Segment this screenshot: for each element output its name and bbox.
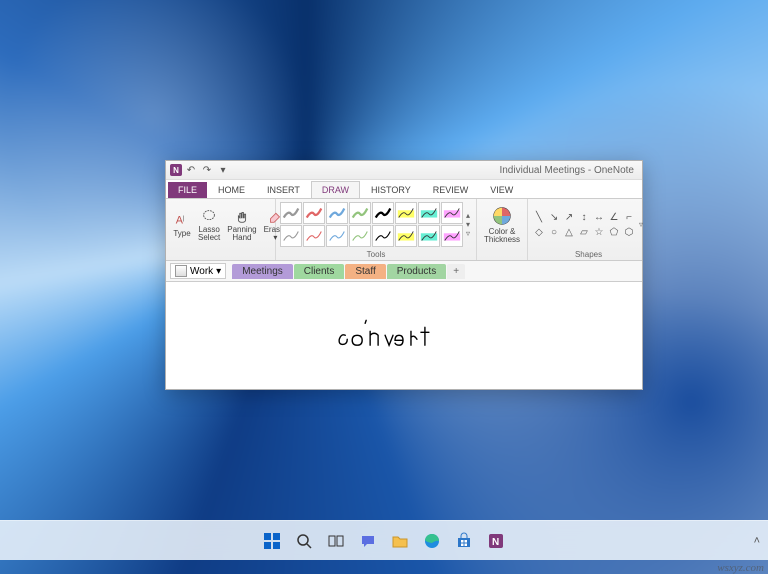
qat-dropdown[interactable]: ▾ xyxy=(216,163,230,177)
pen-swatch[interactable] xyxy=(395,225,417,247)
ribbon-tab-strip: FILE HOME INSERT DRAW HISTORY REVIEW VIE… xyxy=(166,180,642,197)
pen-swatch[interactable] xyxy=(395,202,417,224)
pen-swatch[interactable] xyxy=(418,202,440,224)
pen-gallery-scroll[interactable]: ▴▾▿ xyxy=(464,211,472,238)
svg-text:|: | xyxy=(183,215,185,222)
tab-draw[interactable]: DRAW xyxy=(311,181,360,198)
pen-swatch[interactable] xyxy=(349,225,371,247)
shape-swatch[interactable]: ∠ xyxy=(607,210,621,224)
pen-swatch[interactable] xyxy=(441,225,463,247)
search-button[interactable] xyxy=(290,527,318,555)
section-tab[interactable]: Meetings xyxy=(232,264,293,279)
section-tab[interactable]: Clients xyxy=(294,264,345,279)
pen-swatch[interactable] xyxy=(441,202,463,224)
pen-swatch[interactable] xyxy=(349,202,371,224)
ribbon-group-shapes: ╲↘↗↕↔∠⌐◇○△▱☆⬠⬡ ▿ Shapes xyxy=(528,199,649,261)
shape-swatch[interactable]: ⬡ xyxy=(622,225,636,239)
undo-button[interactable]: ↷ xyxy=(200,163,214,177)
shape-swatch[interactable]: ↔ xyxy=(592,210,606,224)
notebook-bar: Work ▾ MeetingsClientsStaffProducts+ xyxy=(166,261,642,282)
lasso-icon xyxy=(200,207,218,225)
onenote-window: N ↶ ↷ ▾ Individual Meetings - OneNote FI… xyxy=(165,160,643,390)
hand-icon xyxy=(233,207,251,225)
desktop: N ↶ ↷ ▾ Individual Meetings - OneNote FI… xyxy=(0,0,768,574)
taskbar: N ˄ xyxy=(0,520,768,560)
panning-hand-button[interactable]: Panning Hand xyxy=(224,205,259,244)
edge-button[interactable] xyxy=(418,527,446,555)
file-tab[interactable]: FILE xyxy=(168,182,207,198)
shape-swatch[interactable]: ☆ xyxy=(592,225,606,239)
pen-swatch[interactable] xyxy=(303,202,325,224)
shape-swatch[interactable]: ⬠ xyxy=(607,225,621,239)
section-tab[interactable]: Staff xyxy=(345,264,385,279)
tray-chevron-icon[interactable]: ˄ xyxy=(754,535,760,547)
page-canvas[interactable] xyxy=(166,282,642,389)
shape-swatch[interactable]: △ xyxy=(562,225,576,239)
ribbon-group-pens: ▴▾▿ Tools xyxy=(276,199,477,261)
shape-swatch[interactable]: ╲ xyxy=(532,210,546,224)
quick-access-toolbar: N ↶ ↷ ▾ xyxy=(170,163,230,177)
add-section-button[interactable]: + xyxy=(447,264,465,279)
shape-gallery: ╲↘↗↕↔∠⌐ ◇○△▱☆⬠⬡ xyxy=(532,210,636,239)
app-taskbar-icon[interactable]: N xyxy=(482,527,510,555)
watermark: wsxyz.com xyxy=(717,562,764,574)
pen-swatch[interactable] xyxy=(372,225,394,247)
shape-swatch[interactable]: ⌐ xyxy=(622,210,636,224)
ribbon-group-input: A| Type Lasso Select Panning Hand Eraser… xyxy=(166,199,276,261)
notebook-selector[interactable]: Work ▾ xyxy=(170,263,226,279)
type-button[interactable]: A| Type xyxy=(170,209,194,240)
ribbon: A| Type Lasso Select Panning Hand Eraser… xyxy=(166,198,642,262)
pen-gallery xyxy=(280,202,463,247)
file-explorer-button[interactable] xyxy=(386,527,414,555)
notebook-icon xyxy=(175,265,187,277)
pen-swatch[interactable] xyxy=(326,225,348,247)
pen-swatch[interactable] xyxy=(418,225,440,247)
shape-swatch[interactable]: ↘ xyxy=(547,210,561,224)
lasso-select-button[interactable]: Lasso Select xyxy=(195,205,223,244)
ribbon-group-color: Color & Thickness xyxy=(477,199,528,261)
chevron-down-icon: ▾ xyxy=(216,266,221,277)
tab-history[interactable]: HISTORY xyxy=(360,181,422,198)
pen-swatch[interactable] xyxy=(326,202,348,224)
task-view-button[interactable] xyxy=(322,527,350,555)
pen-swatch[interactable] xyxy=(372,202,394,224)
pen-swatch[interactable] xyxy=(280,225,302,247)
handwriting-ink xyxy=(166,282,642,389)
chat-button[interactable] xyxy=(354,527,382,555)
color-wheel-icon xyxy=(491,205,513,227)
back-button[interactable]: ↶ xyxy=(184,163,198,177)
start-button[interactable] xyxy=(258,527,286,555)
section-tabs: MeetingsClientsStaffProducts+ xyxy=(232,264,465,279)
title-bar: N ↶ ↷ ▾ Individual Meetings - OneNote xyxy=(166,161,642,180)
notebook-name: Work xyxy=(190,266,213,277)
app-icon: N xyxy=(170,164,182,176)
window-title: Individual Meetings - OneNote xyxy=(499,165,634,176)
tab-insert[interactable]: INSERT xyxy=(256,181,311,198)
shape-swatch[interactable]: ↕ xyxy=(577,210,591,224)
shape-gallery-expand[interactable]: ▿ xyxy=(637,220,645,229)
tab-home[interactable]: HOME xyxy=(207,181,256,198)
store-button[interactable] xyxy=(450,527,478,555)
shape-swatch[interactable]: ○ xyxy=(547,225,561,239)
type-icon: A| xyxy=(173,211,191,229)
pen-swatch[interactable] xyxy=(280,202,302,224)
svg-text:N: N xyxy=(492,537,499,548)
shape-swatch[interactable]: ▱ xyxy=(577,225,591,239)
tab-view[interactable]: VIEW xyxy=(479,181,524,198)
pen-swatch[interactable] xyxy=(303,225,325,247)
color-thickness-button[interactable]: Color & Thickness xyxy=(481,203,523,246)
tab-review[interactable]: REVIEW xyxy=(422,181,480,198)
section-tab[interactable]: Products xyxy=(387,264,446,279)
shape-swatch[interactable]: ↗ xyxy=(562,210,576,224)
shape-swatch[interactable]: ◇ xyxy=(532,225,546,239)
taskbar-system-tray[interactable]: ˄ xyxy=(754,535,760,547)
